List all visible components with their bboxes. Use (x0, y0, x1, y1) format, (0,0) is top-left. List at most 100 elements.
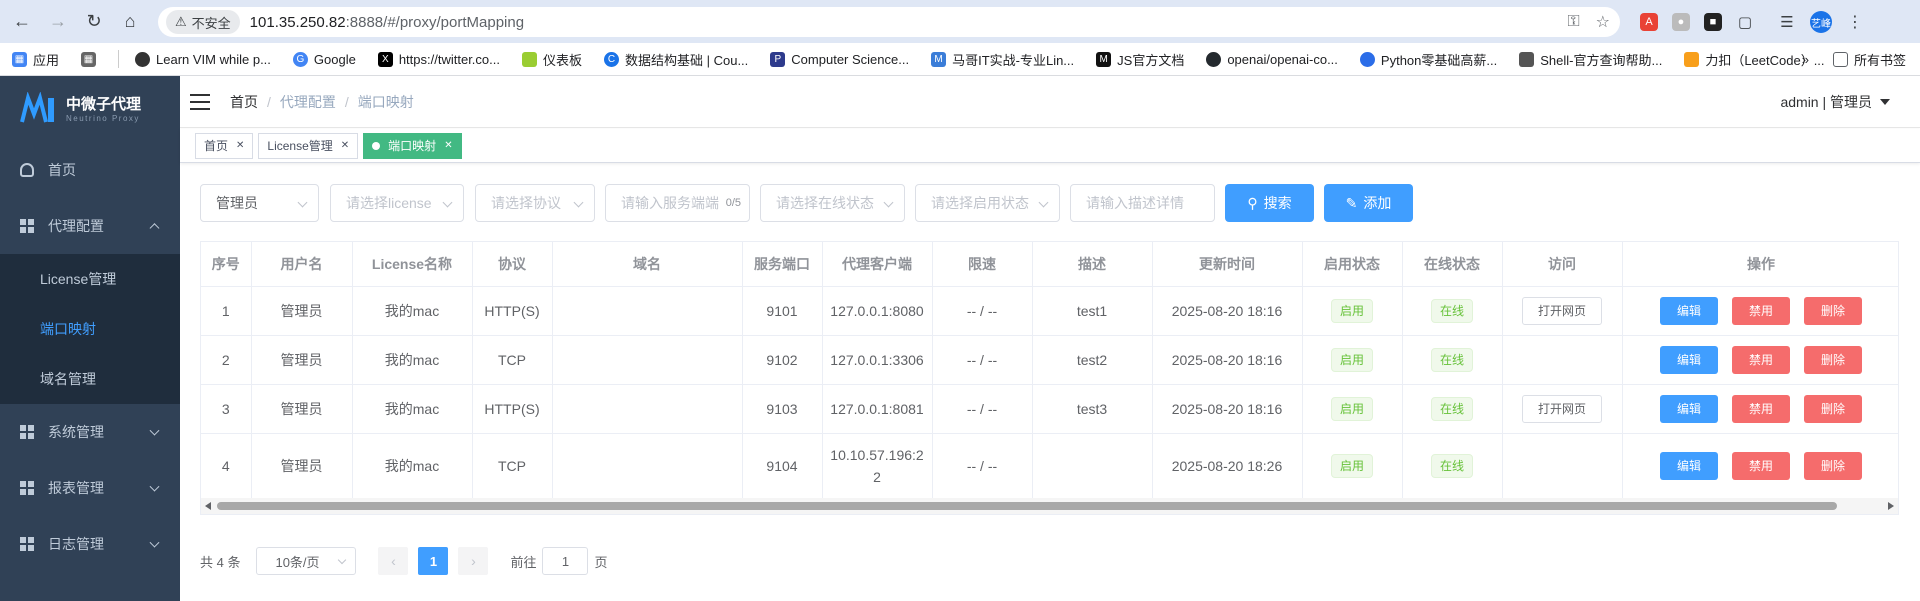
table-header-row: 序号 用户名 License名称 协议 域名 服务端口 代理客户端 限速 描述 … (201, 242, 1898, 287)
delete-button[interactable]: 删除 (1804, 394, 1862, 423)
menu-item-home[interactable]: 首页 (0, 142, 180, 198)
search-button[interactable]: ⚲ 搜索 (1225, 184, 1314, 222)
address-bar[interactable]: ⚠ 不安全 101.35.250.82:8888/#/proxy/portMap… (158, 7, 1620, 37)
close-icon[interactable]: ✕ (236, 140, 244, 151)
license-select[interactable]: 请选择license (330, 184, 464, 222)
menu-item-license[interactable]: License管理 (0, 254, 180, 304)
bookmark-item[interactable]: Shell-官方查询帮助... (1519, 50, 1662, 69)
url-text: 101.35.250.82:8888/#/proxy/portMapping (249, 13, 525, 31)
extension-icon[interactable]: ■ (1704, 13, 1722, 31)
breadcrumb-home[interactable]: 首页 (230, 92, 258, 112)
tag-port-mapping[interactable]: 端口映射 ✕ (363, 132, 462, 159)
page-number[interactable]: 1 (418, 547, 449, 575)
server-port-input[interactable]: 请输入服务端端 0/5 (605, 184, 750, 222)
chevron-down-icon (338, 555, 347, 565)
grid-icon (20, 537, 34, 551)
edit-button[interactable]: 编辑 (1660, 296, 1718, 325)
bookmark-favicon (1519, 51, 1535, 67)
protocol-select[interactable]: 请选择协议 (475, 184, 595, 222)
all-bookmarks[interactable]: 所有书签 (1832, 50, 1906, 69)
edit-button[interactable]: 编辑 (1660, 345, 1718, 374)
open-page-button[interactable]: 打开网页 (1521, 394, 1602, 423)
next-page-button[interactable]: › (458, 547, 489, 575)
home-icon[interactable]: ⌂ (112, 4, 148, 40)
bookmark-item[interactable]: P Computer Science... (770, 51, 909, 67)
delete-button[interactable]: 删除 (1804, 296, 1862, 325)
header-updated: 更新时间 (1152, 242, 1303, 287)
x-icon: X (377, 51, 393, 67)
reading-list-icon[interactable]: ☰ (1778, 13, 1796, 31)
menu-item-system[interactable]: 系统管理 (0, 404, 180, 460)
tag-home[interactable]: 首页 ✕ (195, 132, 254, 159)
delete-button[interactable]: 删除 (1804, 452, 1862, 480)
extension-icon[interactable]: A (1640, 13, 1658, 31)
star-icon[interactable]: ☆ (1596, 12, 1610, 32)
description-input[interactable]: 请输入描述详情 (1070, 184, 1215, 222)
close-icon[interactable]: ✕ (341, 140, 349, 151)
profile-avatar[interactable]: 艺峰 (1810, 11, 1832, 33)
enable-badge: 启用 (1330, 396, 1373, 421)
close-icon[interactable]: ✕ (444, 140, 452, 151)
puzzle-icon[interactable]: ▢ (1736, 13, 1754, 31)
disable-button[interactable]: 禁用 (1732, 296, 1790, 325)
tab-search-icon[interactable]: ▦ (81, 51, 97, 67)
forward-icon[interactable]: → (40, 4, 76, 40)
edit-button[interactable]: 编辑 (1660, 452, 1718, 480)
grid-icon (20, 481, 34, 495)
menu-item-proxy-config[interactable]: 代理配置 (0, 198, 180, 254)
page-size-select[interactable]: 10条/页 (256, 547, 357, 575)
enable-badge: 启用 (1330, 347, 1373, 372)
menu-item-domain[interactable]: 域名管理 (0, 354, 180, 404)
hamburger-icon[interactable] (190, 94, 210, 110)
bookmark-item[interactable]: Python零基础高薪... (1359, 50, 1497, 69)
online-badge: 在线 (1430, 454, 1473, 478)
user-select[interactable]: 管理员 (200, 184, 319, 222)
bookmark-item[interactable]: openai/openai-co... (1206, 51, 1338, 67)
open-page-button[interactable]: 打开网页 (1521, 296, 1602, 325)
bookmark-item[interactable]: M JS官方文档 (1096, 50, 1184, 69)
edit-button[interactable]: 编辑 (1660, 394, 1718, 423)
key-icon[interactable]: ⚿ (1567, 13, 1579, 31)
user-menu[interactable]: admin | 管理员 (1780, 76, 1890, 128)
disable-button[interactable]: 禁用 (1732, 452, 1790, 480)
bookmark-favicon (135, 51, 151, 67)
scroll-right-icon[interactable] (1888, 502, 1894, 510)
bookmark-item[interactable]: 仪表板 (521, 50, 582, 69)
insecure-badge[interactable]: ⚠ 不安全 (166, 10, 240, 34)
back-icon[interactable]: ← (4, 4, 40, 40)
reload-icon[interactable]: ↻ (76, 4, 112, 40)
tag-license[interactable]: License管理 ✕ (258, 132, 359, 159)
menu-item-port-mapping[interactable]: 端口映射 (0, 304, 180, 354)
scrollbar-thumb[interactable] (217, 502, 1837, 510)
menu-dots-icon[interactable]: ⋮ (1846, 13, 1864, 31)
menu-item-log[interactable]: 日志管理 (0, 516, 180, 572)
page-jump-input[interactable]: 1 (542, 547, 589, 575)
bookmark-separator (118, 50, 120, 68)
bookmark-item[interactable]: C 数据结构基础 | Cou... (604, 50, 748, 69)
bookmark-favicon (1359, 51, 1375, 67)
disable-button[interactable]: 禁用 (1732, 394, 1790, 423)
online-status-select[interactable]: 请选择在线状态 (760, 184, 905, 222)
add-button[interactable]: ✎ 添加 (1324, 184, 1413, 222)
dashboard-icon (521, 51, 537, 67)
menu-item-report[interactable]: 报表管理 (0, 460, 180, 516)
logo[interactable]: 中微子代理 Neutrino Proxy (0, 76, 180, 142)
scroll-left-icon[interactable] (205, 502, 211, 510)
more-bookmarks-icon[interactable]: » (1802, 52, 1809, 67)
bookmark-item[interactable]: M 马哥IT实战-专业Lin... (931, 50, 1074, 69)
caret-down-icon (1880, 99, 1890, 105)
enable-status-select[interactable]: 请选择启用状态 (915, 184, 1060, 222)
bookmark-apps[interactable]: ▦ 应用 (12, 50, 59, 69)
horizontal-scrollbar[interactable] (201, 498, 1898, 514)
prev-page-button[interactable]: ‹ (378, 547, 409, 575)
bookmark-item[interactable]: Learn VIM while p... (135, 51, 271, 67)
extension-icon[interactable]: ● (1672, 13, 1690, 31)
grid-icon (20, 425, 34, 439)
bookmark-item[interactable]: G Google (292, 51, 356, 67)
delete-button[interactable]: 删除 (1804, 345, 1862, 374)
chevron-down-icon (883, 197, 894, 208)
chevron-down-icon (149, 537, 160, 548)
disable-button[interactable]: 禁用 (1732, 345, 1790, 374)
google-icon: G (292, 51, 308, 67)
bookmark-item[interactable]: Xhttps://twitter.co... (377, 51, 500, 67)
